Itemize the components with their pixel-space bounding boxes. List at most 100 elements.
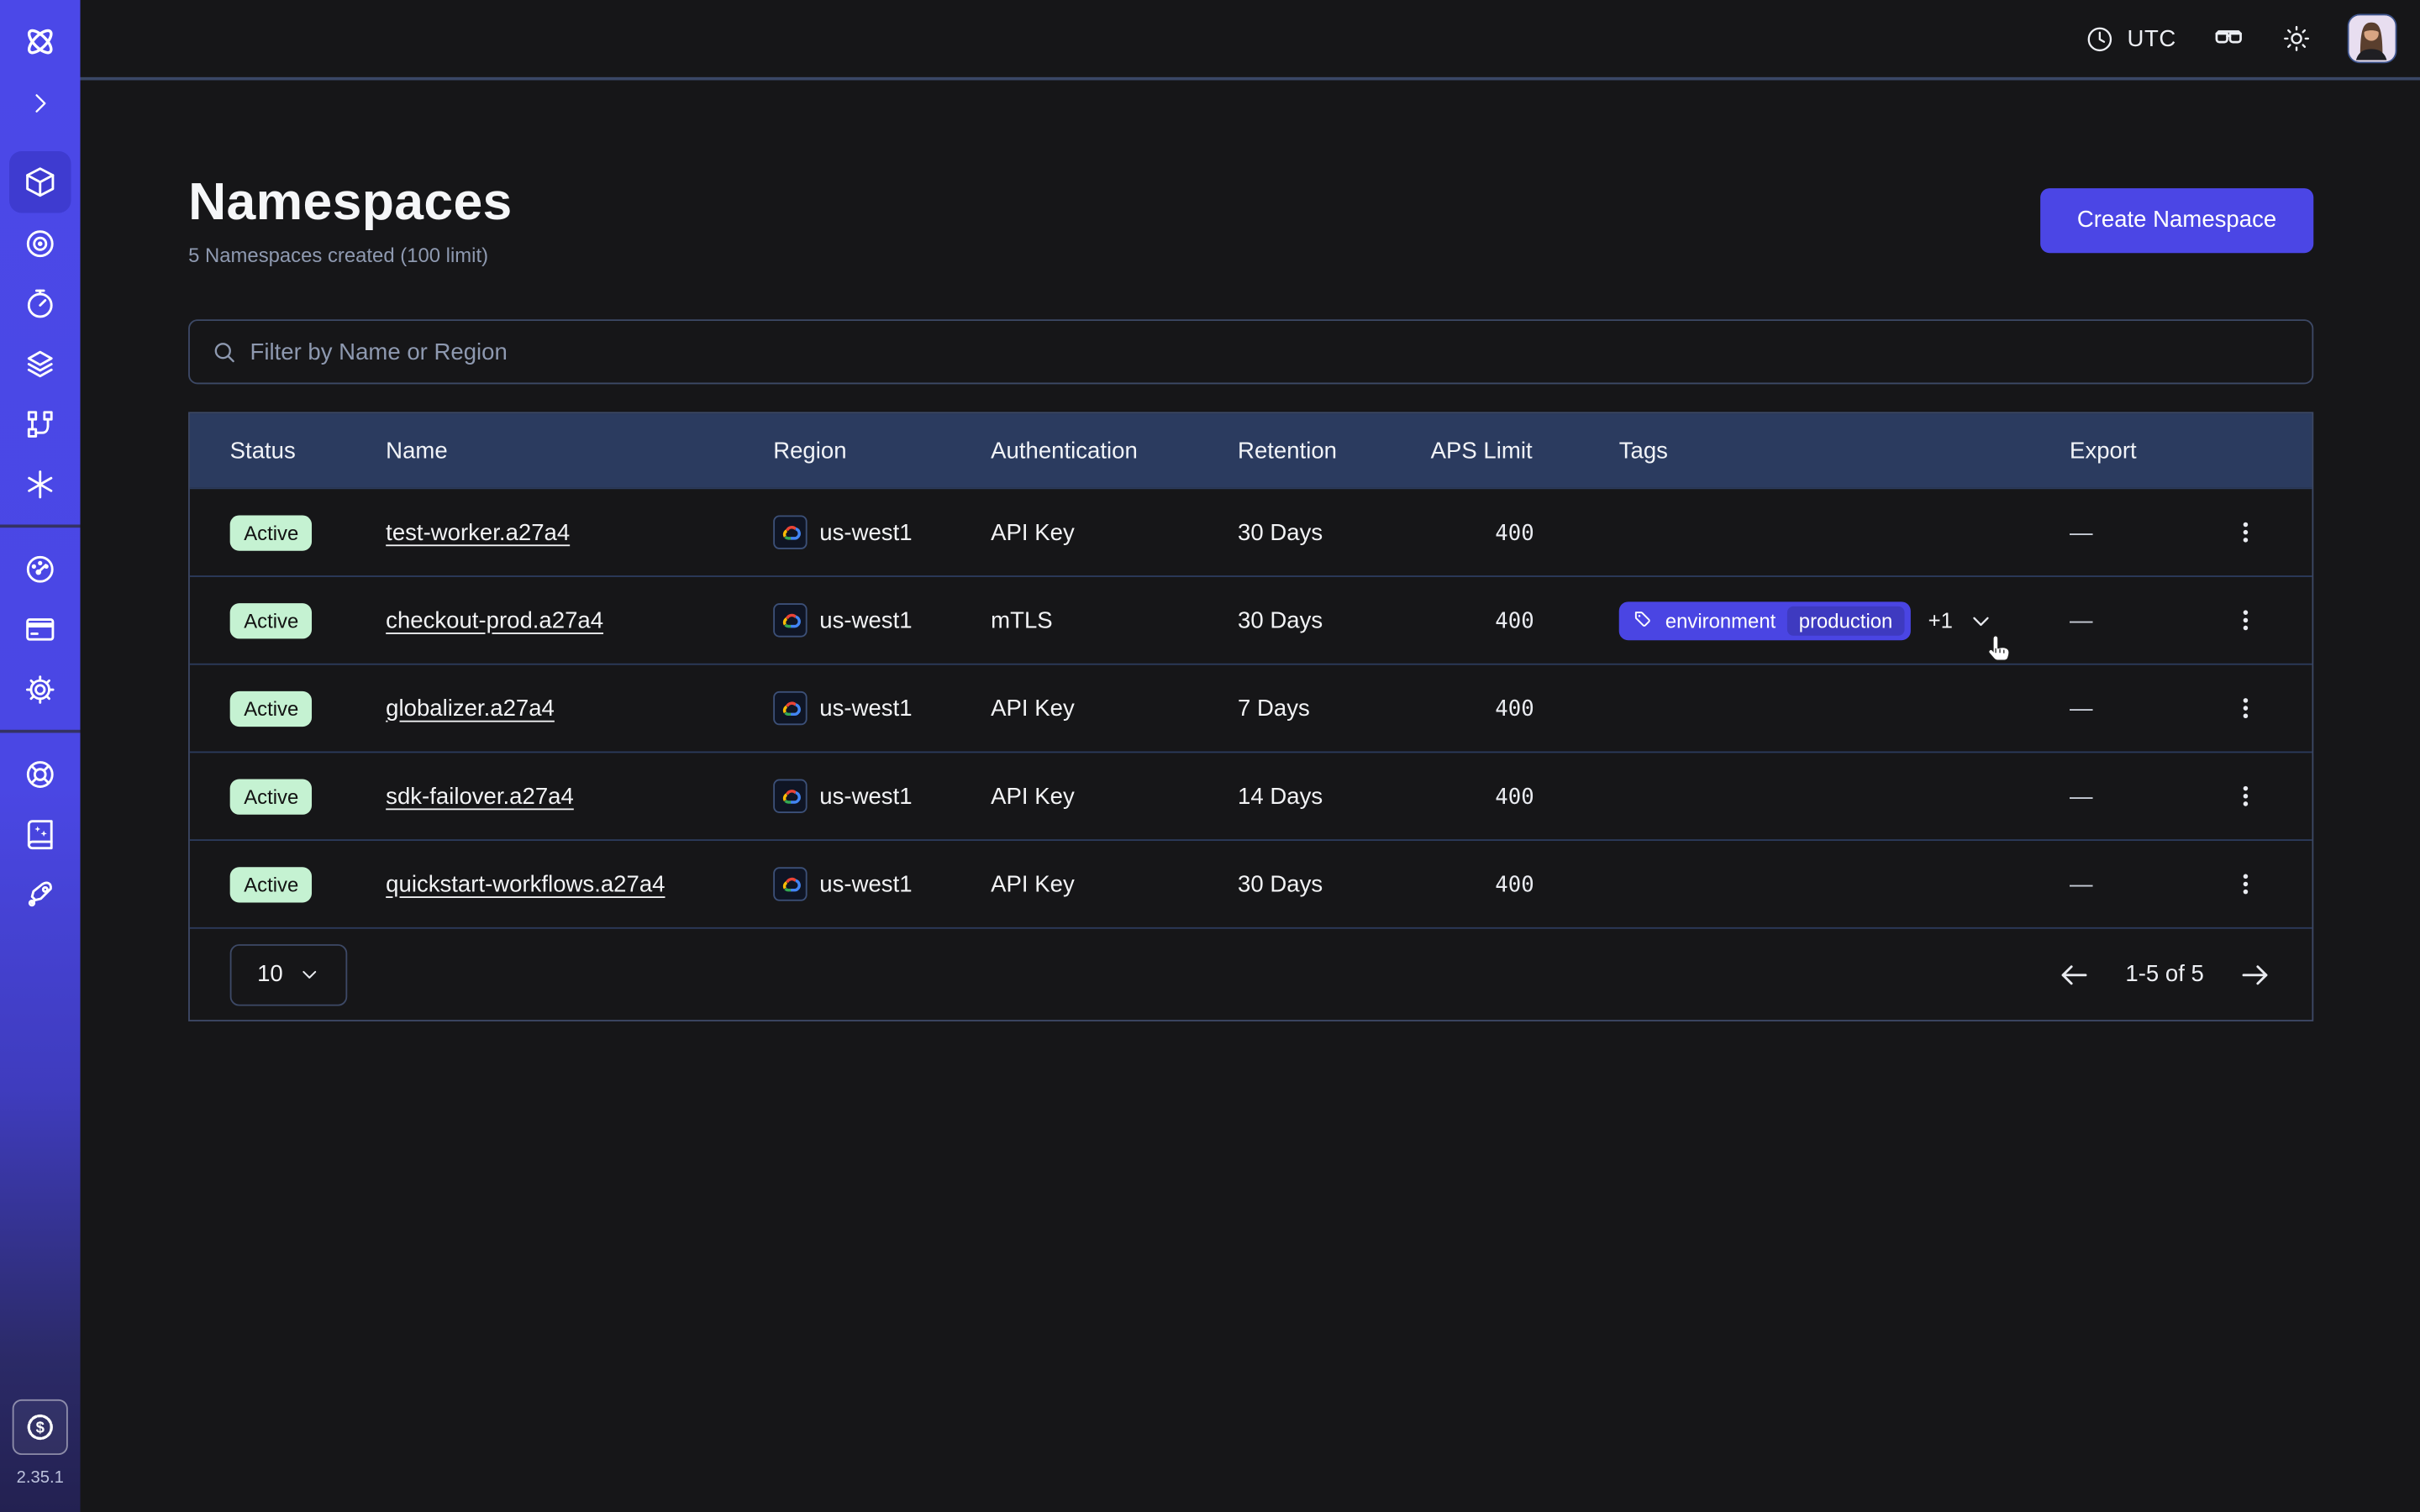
disc-icon	[24, 226, 57, 260]
page-header: Namespaces 5 Namespaces created (100 lim…	[188, 173, 2313, 267]
gauge-icon	[24, 552, 57, 585]
user-avatar[interactable]	[2348, 14, 2397, 64]
cube-icon	[24, 165, 57, 199]
arrow-right-icon	[2238, 958, 2271, 991]
namespace-count: 5 Namespaces created (100 limit)	[188, 244, 513, 267]
sidebar-nav-help	[9, 743, 71, 924]
aps-limit: 400	[1431, 609, 1534, 633]
sidebar-item-billing[interactable]	[9, 599, 71, 659]
sidebar-divider	[0, 730, 81, 733]
namespace-link[interactable]: globalizer.a27a4	[386, 695, 555, 721]
region-label: us-west1	[819, 695, 912, 721]
aps-limit: 400	[1431, 521, 1534, 545]
theme-toggle-button[interactable]	[2281, 24, 2312, 55]
arrow-left-icon	[2058, 958, 2091, 991]
page-size-value: 10	[257, 961, 283, 987]
filter-input[interactable]	[250, 339, 2291, 365]
glasses-icon	[2212, 22, 2245, 55]
sidebar-item-settings[interactable]	[9, 659, 71, 719]
gear-icon	[24, 672, 57, 706]
sidebar-item-nexus[interactable]	[9, 454, 71, 514]
table-row: Active checkout-prod.a27a4 us-west1 mTLS…	[190, 575, 2312, 664]
tag-more-count[interactable]: +1	[1928, 608, 1953, 633]
app-window: $ 2.35.1 UTC	[0, 0, 2420, 1512]
topbar: UTC	[81, 0, 2420, 81]
sidebar-item-support[interactable]	[9, 743, 71, 804]
status-badge: Active	[230, 690, 313, 726]
temporal-logo[interactable]	[9, 11, 71, 72]
retention: 7 Days	[1238, 695, 1431, 721]
sidebar-item-docs[interactable]	[9, 804, 71, 864]
col-authentication: Authentication	[991, 438, 1238, 464]
table-footer: 10 1-5 of 5	[190, 927, 2312, 1020]
credits-button[interactable]: $	[13, 1399, 68, 1455]
credit-card-icon	[24, 612, 57, 645]
sparkle-book-icon	[24, 817, 57, 851]
export-value: —	[2070, 519, 2093, 545]
table-row: Active test-worker.a27a4 us-west1 API Ke…	[190, 487, 2312, 575]
row-menu-button[interactable]	[2224, 686, 2267, 729]
rocket-icon	[24, 877, 57, 911]
aps-limit: 400	[1431, 873, 1534, 897]
app-version: 2.35.1	[17, 1469, 64, 1512]
asterisk-icon	[24, 467, 57, 501]
sidebar-nav-main	[9, 151, 71, 514]
layers-icon	[24, 346, 57, 380]
labs-toggle-button[interactable]	[2212, 22, 2245, 55]
timer-icon	[24, 286, 57, 320]
namespace-link[interactable]: quickstart-workflows.a27a4	[386, 871, 665, 897]
search-icon	[212, 339, 238, 365]
create-namespace-button[interactable]: Create Namespace	[2040, 187, 2314, 252]
namespace-link[interactable]: sdk-failover.a27a4	[386, 783, 574, 809]
row-menu-button[interactable]	[2224, 774, 2267, 817]
col-status: Status	[230, 438, 387, 464]
page-size-select[interactable]: 10	[230, 943, 348, 1005]
sidebar-item-deployments[interactable]	[9, 333, 71, 394]
row-menu-button[interactable]	[2224, 599, 2267, 642]
status-badge: Active	[230, 602, 313, 638]
chevron-down-icon[interactable]	[1970, 609, 1993, 633]
timezone-label: UTC	[2128, 25, 2176, 51]
chevron-right-icon	[26, 89, 54, 117]
sidebar-item-usage[interactable]	[9, 538, 71, 599]
lifebuoy-icon	[24, 757, 57, 790]
sidebar-item-getting-started[interactable]	[9, 864, 71, 925]
sidebar-expand-button[interactable]	[9, 72, 71, 133]
auth-method: API Key	[991, 519, 1238, 545]
timezone-selector[interactable]: UTC	[2086, 24, 2176, 53]
aps-limit: 400	[1431, 785, 1534, 809]
auth-method: API Key	[991, 783, 1238, 809]
branch-icon	[24, 407, 57, 440]
retention: 14 Days	[1238, 783, 1431, 809]
export-value: —	[2070, 871, 2093, 897]
region-label: us-west1	[819, 871, 912, 897]
next-page-button[interactable]	[2238, 958, 2271, 991]
retention: 30 Days	[1238, 607, 1431, 633]
row-menu-button[interactable]	[2224, 511, 2267, 554]
gcp-cloud-icon	[773, 691, 807, 725]
namespace-link[interactable]: test-worker.a27a4	[386, 519, 570, 545]
status-badge: Active	[230, 515, 313, 550]
region-label: us-west1	[819, 607, 912, 633]
sidebar-item-schedules[interactable]	[9, 273, 71, 333]
sidebar-nav-account	[9, 538, 71, 719]
temporal-logo-icon	[20, 22, 60, 62]
retention: 30 Days	[1238, 519, 1431, 545]
status-badge: Active	[230, 779, 313, 814]
tag-chip[interactable]: environment production	[1619, 601, 1912, 639]
sidebar-item-namespaces[interactable]	[9, 151, 71, 213]
col-region: Region	[773, 438, 991, 464]
previous-page-button[interactable]	[2058, 958, 2091, 991]
row-menu-button[interactable]	[2224, 863, 2267, 906]
gcp-cloud-icon	[773, 867, 807, 900]
dollar-badge-icon: $	[24, 1410, 57, 1444]
main-content: Namespaces 5 Namespaces created (100 lim…	[81, 81, 2420, 1512]
region-label: us-west1	[819, 783, 912, 809]
table-row: Active globalizer.a27a4 us-west1 API Key…	[190, 664, 2312, 752]
export-value: —	[2070, 695, 2093, 721]
namespace-link[interactable]: checkout-prod.a27a4	[386, 607, 603, 633]
avatar-portrait	[2349, 15, 2394, 60]
sidebar-item-batch[interactable]	[9, 393, 71, 454]
svg-text:$: $	[36, 1418, 45, 1436]
sidebar-item-workflows[interactable]	[9, 213, 71, 273]
